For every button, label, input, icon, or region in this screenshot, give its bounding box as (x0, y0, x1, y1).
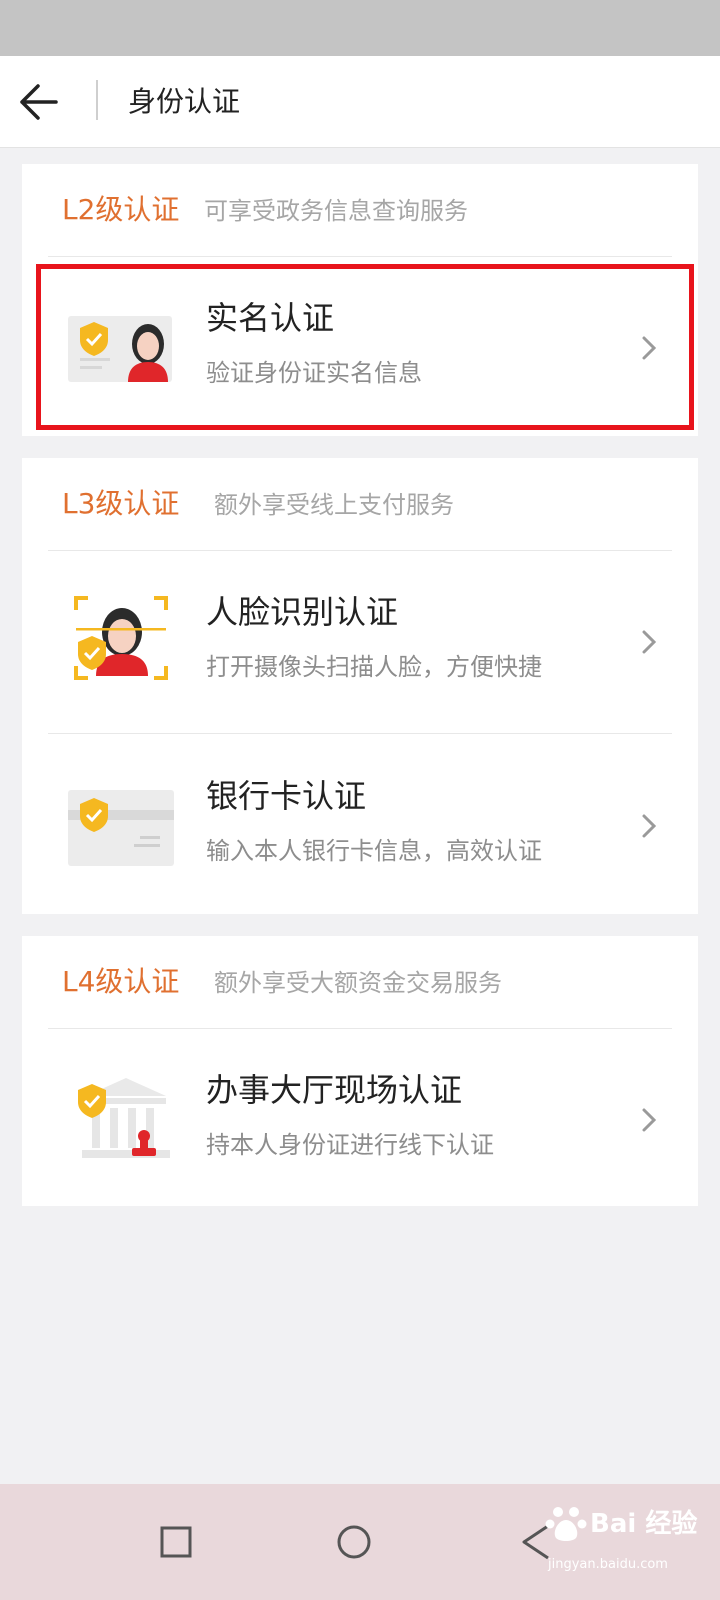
home-button[interactable] (304, 1484, 404, 1600)
chevron-right-icon (642, 336, 657, 360)
item-subtitle: 持本人身份证进行线下认证 (206, 1131, 494, 1159)
card-header: L4级认证 额外享受大额资金交易服务 (22, 936, 698, 1028)
face-scan-icon (66, 592, 176, 684)
service-hall-auth-item[interactable]: 办事大厅现场认证 持本人身份证进行线下认证 (22, 1028, 698, 1206)
level-label: L4级认证 (62, 965, 180, 998)
paw-logo-icon (545, 1507, 587, 1541)
level-description: 额外享受大额资金交易服务 (214, 969, 502, 997)
app-header: 身份认证 (0, 56, 720, 148)
recent-apps-button[interactable] (126, 1484, 226, 1600)
item-subtitle: 打开摄像头扫描人脸，方便快捷 (206, 653, 542, 681)
item-title: 银行卡认证 (206, 777, 367, 815)
baidu-watermark: Bai 经验 jingyan.baidu.com (540, 1494, 710, 1594)
watermark-url: jingyan.baidu.com (548, 1557, 668, 1572)
circle-icon (337, 1525, 371, 1559)
arrow-left-icon (20, 84, 58, 120)
item-title: 办事大厅现场认证 (206, 1071, 463, 1109)
level-label: L3级认证 (62, 487, 180, 520)
chevron-right-icon (642, 1108, 657, 1132)
chevron-right-icon (642, 814, 657, 838)
level-label: L2级认证 (62, 193, 180, 226)
card-header: L3级认证 额外享受线上支付服务 (22, 458, 698, 550)
bank-card-icon (66, 780, 176, 872)
bank-card-auth-item[interactable]: 银行卡认证 输入本人银行卡信息，高效认证 (22, 734, 698, 914)
item-title: 实名认证 (206, 299, 335, 337)
level-description: 额外享受线上支付服务 (214, 491, 454, 519)
square-icon (160, 1526, 192, 1558)
real-name-auth-item[interactable]: 实名认证 验证身份证实名信息 (22, 256, 698, 436)
status-bar (0, 0, 720, 56)
level-description: 可享受政务信息查询服务 (204, 197, 468, 225)
item-subtitle: 验证身份证实名信息 (206, 359, 422, 387)
card-header: L2级认证 可享受政务信息查询服务 (22, 164, 698, 256)
page-title: 身份认证 (128, 85, 241, 118)
card-l3: L3级认证 额外享受线上支付服务 人脸识别认证 打开摄像头扫描人脸，方便快捷 银… (22, 458, 698, 914)
face-recognition-auth-item[interactable]: 人脸识别认证 打开摄像头扫描人脸，方便快捷 (22, 550, 698, 734)
card-l4: L4级认证 额外享受大额资金交易服务 办事大厅现场认证 持本人身份证进行线下认证 (22, 936, 698, 1206)
chevron-right-icon (642, 630, 657, 654)
item-subtitle: 输入本人银行卡信息，高效认证 (206, 837, 542, 865)
item-title: 人脸识别认证 (206, 593, 399, 631)
id-card-person-icon (66, 302, 176, 394)
header-divider (96, 80, 98, 120)
card-l2: L2级认证 可享受政务信息查询服务 实名认证 验证身份证实名信息 (22, 164, 698, 436)
service-hall-icon (66, 1074, 176, 1166)
watermark-text: Bai 经验 (590, 1509, 698, 1539)
back-button[interactable] (14, 76, 70, 128)
